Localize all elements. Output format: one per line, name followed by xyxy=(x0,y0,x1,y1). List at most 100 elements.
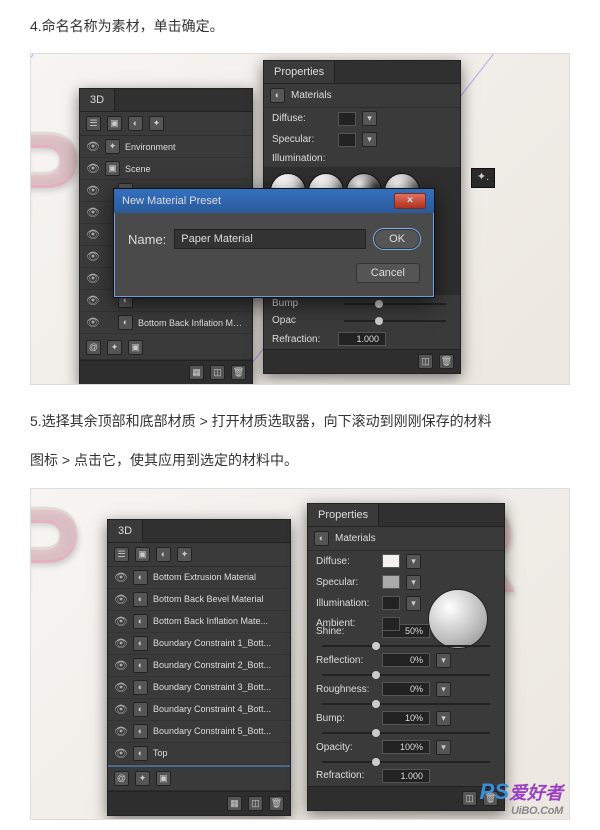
slider[interactable] xyxy=(322,674,490,676)
eye-icon[interactable]: 👁 xyxy=(114,703,128,716)
cancel-button[interactable]: Cancel xyxy=(356,263,420,283)
panel-properties-2[interactable]: Properties ◐ Materials Diffuse:▾ Specula… xyxy=(307,503,505,811)
eye-icon[interactable]: 👁 xyxy=(114,615,128,628)
layer-row[interactable]: 👁◐Boundary Constraint 3_Bott... xyxy=(108,677,290,699)
bump-value[interactable]: 10% xyxy=(382,711,430,725)
new-icon[interactable]: ◫ xyxy=(462,791,477,806)
folder-icon[interactable]: ▾ xyxy=(436,682,451,697)
eye-icon[interactable]: 👁 xyxy=(114,747,128,760)
dialog-new-material-preset[interactable]: New Material Preset ✕ Name: OK Cancel xyxy=(113,188,435,298)
dialog-titlebar[interactable]: New Material Preset ✕ xyxy=(114,189,434,213)
trash-icon[interactable]: 🗑 xyxy=(439,354,454,369)
eye-icon[interactable]: 👁 xyxy=(86,140,100,153)
eye-icon[interactable]: 👁 xyxy=(114,681,128,694)
prop-diffuse[interactable]: Diffuse:▾ xyxy=(264,108,460,129)
panel-3d-filters[interactable]: ☰ ▣ ◐ ✦ xyxy=(80,112,252,136)
layer-row[interactable]: 👁◐Bottom Back Bevel Material xyxy=(108,589,290,611)
layer-row[interactable]: 👁◐Boundary Constraint 4_Bott... xyxy=(108,699,290,721)
prop-specular[interactable]: Specular:▾ xyxy=(308,572,504,593)
new-icon[interactable]: ◫ xyxy=(248,796,263,811)
folder-icon[interactable]: ▾ xyxy=(362,111,377,126)
folder-icon[interactable]: ▾ xyxy=(436,740,451,755)
render-icon[interactable]: ▦ xyxy=(227,796,242,811)
slider[interactable] xyxy=(344,303,446,305)
layer-row[interactable]: 👁◐Boundary Constraint 1_Bott... xyxy=(108,633,290,655)
layer-row[interactable]: 👁◐Bottom Back Inflation Mate... xyxy=(108,611,290,633)
eye-icon[interactable]: 👁 xyxy=(86,272,100,285)
folder-icon[interactable]: ▾ xyxy=(406,554,421,569)
layer-row[interactable]: 👁◐Boundary Constraint 5_Bott... xyxy=(108,721,290,743)
color-chip[interactable] xyxy=(382,554,400,568)
panel-3d-tools[interactable]: @ ✦ ▣ xyxy=(80,336,252,360)
prop-illumination[interactable]: Illumination: xyxy=(264,150,460,167)
eye-icon[interactable]: 👁 xyxy=(114,593,128,606)
folder-icon[interactable]: ▾ xyxy=(362,132,377,147)
new-icon[interactable]: ◫ xyxy=(418,354,433,369)
refraction-value[interactable]: 1.000 xyxy=(338,332,386,346)
folder-icon[interactable]: ▾ xyxy=(436,711,451,726)
refraction-value[interactable]: 1.000 xyxy=(382,769,430,783)
tab-properties[interactable]: Properties xyxy=(264,61,335,83)
filter-light-icon[interactable]: ✦ xyxy=(149,116,164,131)
slider[interactable] xyxy=(322,645,490,647)
at-icon[interactable]: @ xyxy=(86,340,101,355)
material-preview-sphere[interactable] xyxy=(428,589,488,649)
new-icon[interactable]: ◫ xyxy=(210,365,225,380)
panel-3d-tools[interactable]: @ ✦ ▣ xyxy=(108,767,290,791)
name-input[interactable] xyxy=(174,229,366,249)
filter-mat-icon[interactable]: ◐ xyxy=(156,547,171,562)
eye-icon[interactable]: 👁 xyxy=(114,659,128,672)
panel-3d-filters[interactable]: ☰ ▣ ◐ ✦ xyxy=(108,543,290,567)
eye-icon[interactable]: 👁 xyxy=(114,725,128,738)
opacity-value[interactable]: 100% xyxy=(382,740,430,754)
eye-icon[interactable]: 👁 xyxy=(86,250,100,263)
color-chip[interactable] xyxy=(338,112,356,126)
filter-env-icon[interactable]: ☰ xyxy=(86,116,101,131)
folder-icon[interactable]: ▾ xyxy=(436,653,451,668)
eye-icon[interactable]: 👁 xyxy=(86,162,100,175)
prop-opacity-row[interactable]: Opac xyxy=(264,312,460,329)
slider[interactable] xyxy=(322,761,490,763)
eye-icon[interactable]: 👁 xyxy=(114,571,128,584)
prop-specular[interactable]: Specular:▾ xyxy=(264,129,460,150)
layer-row[interactable]: 👁◐Boundary Constraint 2_Bott... xyxy=(108,655,290,677)
filter-mesh-icon[interactable]: ▣ xyxy=(107,116,122,131)
slider-row[interactable] xyxy=(308,671,504,679)
filter-env-icon[interactable]: ☰ xyxy=(114,547,129,562)
panel-3d-2[interactable]: 3D ☰ ▣ ◐ ✦ 👁◐Bottom Extrusion Material👁◐… xyxy=(107,519,291,816)
roughness-value[interactable]: 0% xyxy=(382,682,430,696)
filter-mat-icon[interactable]: ◐ xyxy=(128,116,143,131)
prop-diffuse[interactable]: Diffuse:▾ xyxy=(308,551,504,572)
ok-button[interactable]: OK xyxy=(374,229,420,249)
trash-icon[interactable]: 🗑 xyxy=(231,365,246,380)
color-chip[interactable] xyxy=(338,133,356,147)
render-icon[interactable]: ▦ xyxy=(189,365,204,380)
slider-row[interactable] xyxy=(308,729,504,737)
eye-icon[interactable]: 👁 xyxy=(114,637,128,650)
layer-row[interactable]: 👁◐Bottom Back Inflation Mate... xyxy=(80,312,252,334)
gear-popup[interactable]: ✦. xyxy=(471,168,495,188)
camera-icon[interactable]: ▣ xyxy=(156,771,171,786)
prop-refraction[interactable]: Refraction:1.000 xyxy=(264,329,460,349)
filter-light-icon[interactable]: ✦ xyxy=(177,547,192,562)
eye-icon[interactable]: 👁 xyxy=(86,206,100,219)
bulb-icon[interactable]: ✦ xyxy=(107,340,122,355)
eye-icon[interactable]: 👁 xyxy=(86,294,100,307)
slider[interactable] xyxy=(344,320,446,322)
slider[interactable] xyxy=(322,703,490,705)
eye-icon[interactable]: 👁 xyxy=(86,316,100,329)
layer-list-2[interactable]: 👁◐Bottom Extrusion Material👁◐Bottom Back… xyxy=(108,567,290,767)
eye-icon[interactable]: 👁 xyxy=(86,184,100,197)
color-chip[interactable] xyxy=(382,575,400,589)
layer-row[interactable]: 👁◐Top xyxy=(108,743,290,765)
tab-3d[interactable]: 3D xyxy=(108,520,143,542)
layer-row[interactable]: 👁◐Bottom Extrusion Material xyxy=(108,567,290,589)
at-icon[interactable]: @ xyxy=(114,771,129,786)
bulb-icon[interactable]: ✦ xyxy=(135,771,150,786)
color-chip[interactable] xyxy=(382,596,400,610)
prop-reflection[interactable]: Reflection:0%▾ xyxy=(308,650,504,671)
reflection-value[interactable]: 0% xyxy=(382,653,430,667)
tab-3d[interactable]: 3D xyxy=(80,89,115,111)
folder-icon[interactable]: ▾ xyxy=(406,596,421,611)
slider-row[interactable] xyxy=(308,758,504,766)
